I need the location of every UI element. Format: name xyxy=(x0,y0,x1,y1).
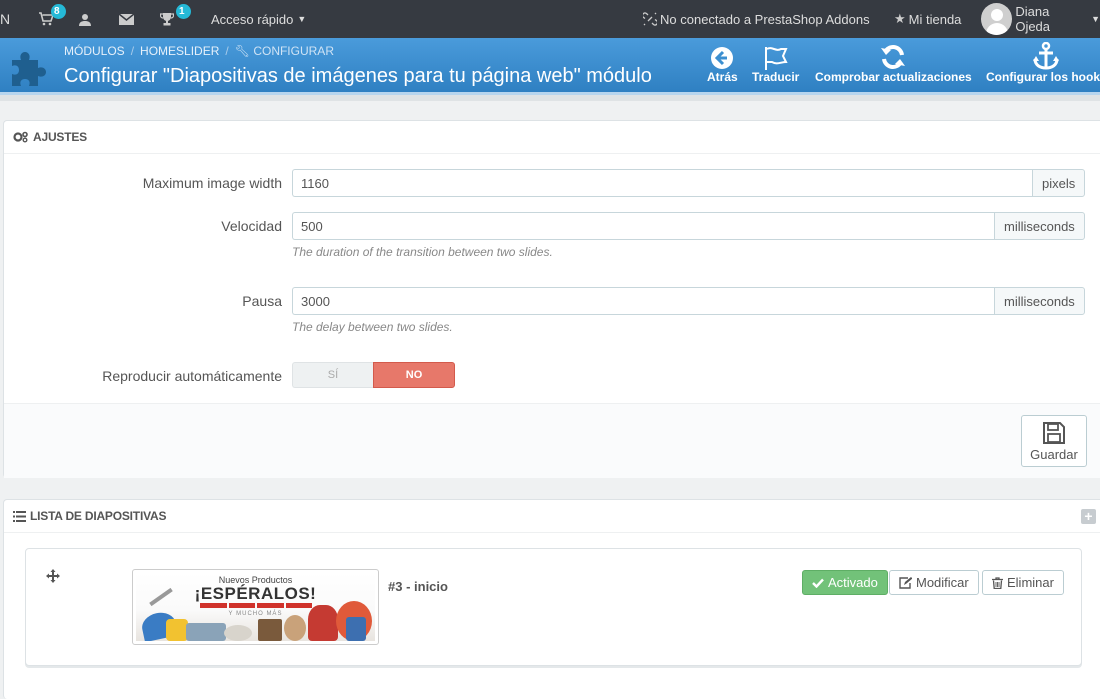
slide-delete-button[interactable]: Eliminar xyxy=(982,570,1064,595)
envelope-icon xyxy=(119,13,134,25)
unlink-icon xyxy=(643,12,657,26)
move-icon[interactable] xyxy=(46,569,60,583)
back-button[interactable]: Atrás xyxy=(707,42,738,84)
top-navbar: N 8 1 Acceso rápido ▼ No conectado a Pre… xyxy=(0,0,1100,38)
autoplay-switch[interactable]: SÍ NO xyxy=(292,362,455,388)
addons-status-label: No conectado a PrestaShop Addons xyxy=(660,11,870,27)
addons-connect-link[interactable]: No conectado a PrestaShop Addons xyxy=(643,0,870,38)
speed-input[interactable] xyxy=(292,212,994,240)
pause-group: milliseconds xyxy=(292,287,1085,315)
my-store-link[interactable]: ★ Mi tienda xyxy=(894,0,961,38)
anchor-icon xyxy=(1033,42,1060,70)
slides-panel-heading: LISTA DE DIAPOSITIVAS xyxy=(4,500,1100,533)
list-icon xyxy=(13,510,26,522)
max-width-group: pixels xyxy=(292,169,1086,197)
slide-item: Nuevos Productos ¡ESPÉRALOS! Y MUCHO MÁS… xyxy=(25,548,1082,666)
settings-panel-footer: Guardar xyxy=(4,403,1100,478)
trophy-icon xyxy=(160,12,174,25)
slide-banner-image: Nuevos Productos ¡ESPÉRALOS! Y MUCHO MÁS xyxy=(136,573,375,641)
speed-group: milliseconds xyxy=(292,212,1085,240)
settings-panel-heading: AJUSTES xyxy=(4,121,1100,154)
slide-active-button[interactable]: Activado xyxy=(802,570,888,595)
max-width-input[interactable] xyxy=(292,169,1032,197)
slide-title: #3 - inicio xyxy=(388,579,448,594)
my-store-label: Mi tienda xyxy=(908,11,962,27)
save-button[interactable]: Guardar xyxy=(1021,415,1087,467)
quick-access-label: Acceso rápido xyxy=(211,11,294,27)
settings-panel: AJUSTES Maximum image width pixels Veloc… xyxy=(3,120,1100,478)
user-menu[interactable]: Diana Ojeda ▼ xyxy=(981,0,1100,38)
check-updates-label: Comprobar actualizaciones xyxy=(815,70,972,84)
slide-status-label: Activado xyxy=(828,575,878,590)
speed-help: The duration of the transition between t… xyxy=(292,245,553,259)
trophy-badge: 1 xyxy=(176,4,191,19)
max-width-unit: pixels xyxy=(1032,169,1086,197)
caret-down-icon: ▼ xyxy=(297,14,307,24)
puzzle-icon xyxy=(12,52,46,86)
edit-icon xyxy=(899,576,912,589)
breadcrumb: MÓDULOS / HOMESLIDER / 🔧︎ CONFIGURAR xyxy=(64,44,334,58)
translate-button[interactable]: Traducir xyxy=(752,42,799,84)
configure-hooks-label: Configurar los hooks xyxy=(986,70,1100,84)
slides-panel: LISTA DE DIAPOSITIVAS + Nuevos Productos… xyxy=(3,499,1100,699)
messages-button[interactable] xyxy=(119,0,134,38)
arrow-circle-left-icon xyxy=(711,47,734,69)
navbar-cut-label: N xyxy=(0,11,11,27)
wrench-icon: 🔧︎ xyxy=(234,44,250,58)
speed-label: Velocidad xyxy=(221,218,282,234)
breadcrumb-modules[interactable]: MÓDULOS xyxy=(64,44,125,58)
customers-button[interactable] xyxy=(79,0,91,38)
slides-title: LISTA DE DIAPOSITIVAS xyxy=(30,509,167,523)
page-title: Configurar "Diapositivas de imágenes par… xyxy=(64,65,652,87)
slide-delete-label: Eliminar xyxy=(1007,575,1054,590)
user-name: Diana Ojeda xyxy=(1015,4,1051,34)
trash-icon xyxy=(992,576,1003,589)
orders-button[interactable] xyxy=(38,0,54,38)
banner-line2: ¡ESPÉRALOS! xyxy=(194,584,317,603)
header-divider xyxy=(0,95,1100,101)
slide-edit-label: Modificar xyxy=(916,575,969,590)
pause-help: The delay between two slides. xyxy=(292,320,453,334)
settings-title: AJUSTES xyxy=(33,130,87,144)
cart-badge: 8 xyxy=(51,4,66,19)
floppy-disk-icon xyxy=(1043,422,1065,444)
configure-hooks-button[interactable]: Configurar los hooks xyxy=(986,42,1100,84)
add-slide-icon[interactable]: + xyxy=(1081,509,1096,524)
translate-label: Traducir xyxy=(752,70,800,84)
speed-unit: milliseconds xyxy=(994,212,1085,240)
refresh-icon xyxy=(881,45,906,69)
pause-unit: milliseconds xyxy=(994,287,1085,315)
slide-thumbnail: Nuevos Productos ¡ESPÉRALOS! Y MUCHO MÁS xyxy=(132,569,379,645)
user-icon xyxy=(79,13,91,26)
star-icon: ★ xyxy=(894,11,906,26)
breadcrumb-homeslider[interactable]: HOMESLIDER xyxy=(140,44,219,58)
save-label: Guardar xyxy=(1030,447,1078,462)
autoplay-no-option[interactable]: NO xyxy=(373,362,455,388)
check-updates-button[interactable]: Comprobar actualizaciones xyxy=(815,42,972,84)
pause-input[interactable] xyxy=(292,287,994,315)
achievements-button[interactable] xyxy=(160,0,174,38)
slide-edit-button[interactable]: Modificar xyxy=(889,570,979,595)
page-header: MÓDULOS / HOMESLIDER / 🔧︎ CONFIGURAR Configu… xyxy=(0,38,1100,95)
caret-down-icon: ▼ xyxy=(1091,14,1100,24)
autoplay-label: Reproducir automáticamente xyxy=(102,368,282,384)
back-label: Atrás xyxy=(707,70,738,84)
max-width-label: Maximum image width xyxy=(142,175,282,191)
quick-access-menu[interactable]: Acceso rápido ▼ xyxy=(211,0,306,38)
banner-category-strip xyxy=(200,603,312,608)
flag-icon xyxy=(764,47,788,70)
autoplay-yes-option[interactable]: SÍ xyxy=(292,362,373,388)
avatar xyxy=(981,3,1013,35)
check-icon xyxy=(812,578,824,588)
breadcrumb-configure: CONFIGURAR xyxy=(253,44,334,58)
cogs-icon xyxy=(13,131,28,143)
pause-label: Pausa xyxy=(242,293,282,309)
